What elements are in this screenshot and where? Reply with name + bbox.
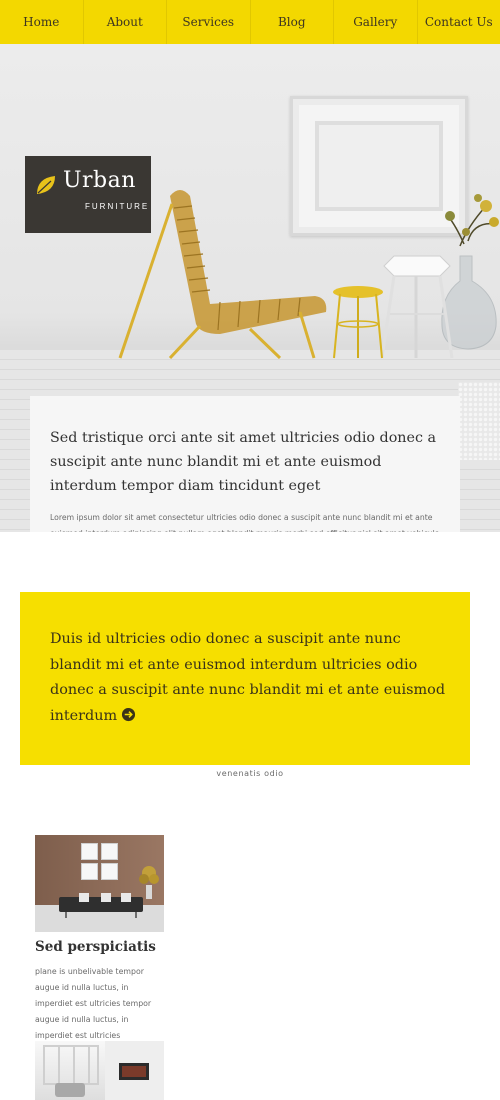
feature-text-body: Duis id ultricies odio donec a suscipit …: [50, 631, 446, 724]
window-image: [43, 1045, 99, 1085]
wall-frame: [101, 863, 118, 880]
shag-rug: [458, 382, 500, 460]
wall-frame: [81, 843, 98, 860]
wall-frame: [101, 843, 118, 860]
arrow-right-circle-icon[interactable]: [121, 707, 136, 722]
top-navigation: Home About Services Blog Gallery Contact…: [0, 0, 500, 44]
armchair-image: [55, 1083, 85, 1097]
hero-card-text: Lorem ipsum dolor sit amet consectetur u…: [50, 513, 440, 532]
hero-text-card: Sed tristique orci ante sit amet ultrici…: [30, 396, 460, 532]
hero-banner: Urban FURNITURE Sed tristique orci ante …: [0, 44, 500, 532]
side-table-image: [380, 255, 454, 359]
hero-card-heading: Sed tristique orci ante sit amet ultrici…: [50, 430, 437, 494]
gallery-item-image[interactable]: [35, 1041, 164, 1100]
nav-item-services[interactable]: Services: [167, 0, 251, 44]
leaf-icon: [37, 176, 55, 194]
wall-frame: [81, 863, 98, 880]
gallery-item-title[interactable]: Sed perspiciatis: [35, 939, 156, 955]
tv-image: [119, 1063, 149, 1080]
nav-item-blog[interactable]: Blog: [251, 0, 334, 44]
logo-title: Urban: [63, 168, 136, 193]
gallery-item-image[interactable]: [35, 835, 164, 932]
gallery-item-text: plane is unbelivable tempor augue id nul…: [35, 967, 152, 1040]
feature-text: Duis id ultricies odio donec a suscipit …: [50, 627, 450, 729]
plant-image: [139, 866, 159, 899]
nav-item-contact-us[interactable]: Contact Us: [418, 0, 500, 44]
nav-item-home[interactable]: Home: [0, 0, 84, 44]
brand-logo[interactable]: Urban FURNITURE: [25, 156, 151, 233]
nav-item-about[interactable]: About: [84, 0, 167, 44]
logo-subtitle: FURNITURE: [85, 202, 150, 211]
feature-caption: venenatis odio: [216, 769, 284, 778]
nav-item-gallery[interactable]: Gallery: [334, 0, 418, 44]
feature-block: Duis id ultricies odio donec a suscipit …: [20, 592, 470, 765]
